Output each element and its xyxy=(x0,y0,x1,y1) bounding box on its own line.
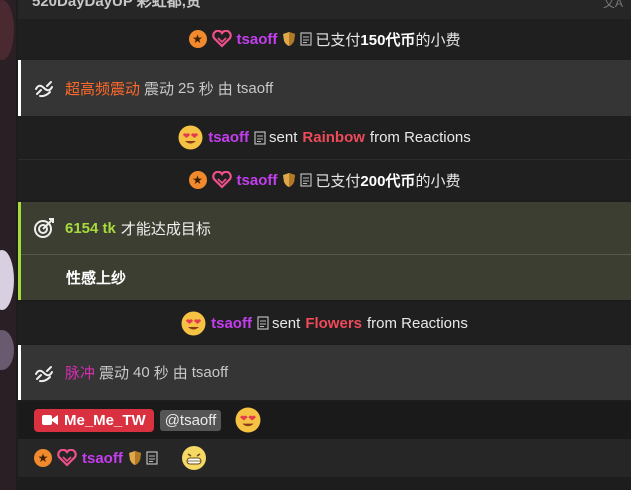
tip-suffix: 的小费 xyxy=(415,31,461,49)
vibration-user[interactable]: tsaoff xyxy=(192,364,228,381)
vibration-user[interactable]: tsaoff xyxy=(237,80,273,97)
vibration-text: 震动 xyxy=(144,80,175,98)
user-mention[interactable]: @tsaoff xyxy=(159,409,222,431)
tip-prefix: 已支付 xyxy=(315,31,361,49)
document-icon xyxy=(254,130,266,145)
heart-eyes-emoji-icon xyxy=(235,407,261,433)
username[interactable]: tsaoff xyxy=(211,315,252,332)
tip-amount: 150代币 xyxy=(360,31,416,49)
partial-message-text: 520DayDayUP 彩虹都,贵 xyxy=(32,0,201,10)
reaction-item: Flowers xyxy=(305,314,362,332)
stream-preview-strip xyxy=(0,0,16,490)
vibration-unit: 秒 xyxy=(153,365,169,382)
vibration-icon xyxy=(33,362,55,384)
vibration-text: 震动 xyxy=(99,365,130,382)
grinning-emoji-icon xyxy=(181,445,207,471)
chat-bottom-spacer xyxy=(18,477,631,490)
goal-description: 性感上纱 xyxy=(66,269,127,287)
vibration-icon xyxy=(33,77,55,99)
tip-row: ★ tsaoff 已支付 150代币 的小费 xyxy=(18,19,631,59)
vibration-seconds: 40 xyxy=(133,364,150,381)
document-icon xyxy=(257,316,269,330)
document-icon xyxy=(146,451,158,465)
vibration-level: 超高频震动 xyxy=(65,80,141,98)
reaction-sent: sent xyxy=(269,129,298,146)
author-name: Me_Me_TW xyxy=(64,411,146,429)
star-badge-icon: ★ xyxy=(188,171,207,189)
reaction-source: from Reactions xyxy=(367,314,468,332)
author-tag[interactable]: Me_Me_TW xyxy=(34,408,154,432)
goal-block: 6154 tk 才能达成目标 性感上纱 xyxy=(18,202,631,300)
chat-panel: 520DayDayUP 彩虹都,贵 文A ★ tsaoff 已支付 150代币 的小… xyxy=(18,0,631,490)
vibration-unit: 秒 xyxy=(198,80,214,98)
vibration-row: 脉冲 震动 40 秒 由 tsaoff xyxy=(18,345,631,400)
vibration-by: 由 xyxy=(172,365,188,382)
heart-eyes-emoji-icon xyxy=(181,311,206,336)
heart-badge-icon xyxy=(211,171,232,189)
tip-row: ★ tsaoff 已支付 200代币 的小费 xyxy=(18,159,631,200)
heart-eyes-emoji-icon xyxy=(178,125,203,150)
vibration-level: 脉冲 xyxy=(65,365,96,382)
reaction-item: Rainbow xyxy=(302,129,365,146)
chat-message-row: ★ tsaoff xyxy=(18,439,631,477)
target-goal-icon xyxy=(33,217,55,239)
vibration-row: 超高频震动 震动 25 秒 由 tsaoff xyxy=(18,60,631,116)
vibration-by: 由 xyxy=(217,80,233,98)
translate-icon[interactable]: 文A xyxy=(603,0,623,11)
username[interactable]: tsaoff xyxy=(237,31,278,48)
partial-message-row: 520DayDayUP 彩虹都,贵 文A xyxy=(18,0,631,19)
shield-icon xyxy=(282,172,296,188)
goal-text: 才能达成目标 xyxy=(120,220,211,238)
tip-amount: 200代币 xyxy=(360,172,416,190)
star-badge-icon: ★ xyxy=(34,449,52,467)
reaction-sent: sent xyxy=(271,314,301,332)
reaction-row: tsaoff sent Flowers from Reactions xyxy=(18,302,631,344)
username[interactable]: tsaoff xyxy=(208,129,249,146)
document-icon xyxy=(300,173,312,187)
username[interactable]: tsaoff xyxy=(82,450,123,467)
username[interactable]: tsaoff xyxy=(237,172,278,189)
tip-prefix: 已支付 xyxy=(315,172,361,190)
heart-badge-icon xyxy=(211,30,232,48)
shield-icon xyxy=(128,450,142,466)
tip-suffix: 的小费 xyxy=(415,172,461,190)
reaction-row: tsaoff sent Rainbow from Reactions xyxy=(18,117,631,158)
goal-amount: 6154 tk xyxy=(65,219,116,237)
vibration-seconds: 25 xyxy=(178,79,195,97)
video-camera-icon xyxy=(42,414,58,426)
document-icon xyxy=(300,32,312,46)
reaction-source: from Reactions xyxy=(369,129,471,146)
heart-badge-icon xyxy=(57,449,77,467)
shield-icon xyxy=(282,31,296,47)
star-badge-icon: ★ xyxy=(188,30,207,48)
chat-message-row: Me_Me_TW @tsaoff xyxy=(18,401,631,439)
